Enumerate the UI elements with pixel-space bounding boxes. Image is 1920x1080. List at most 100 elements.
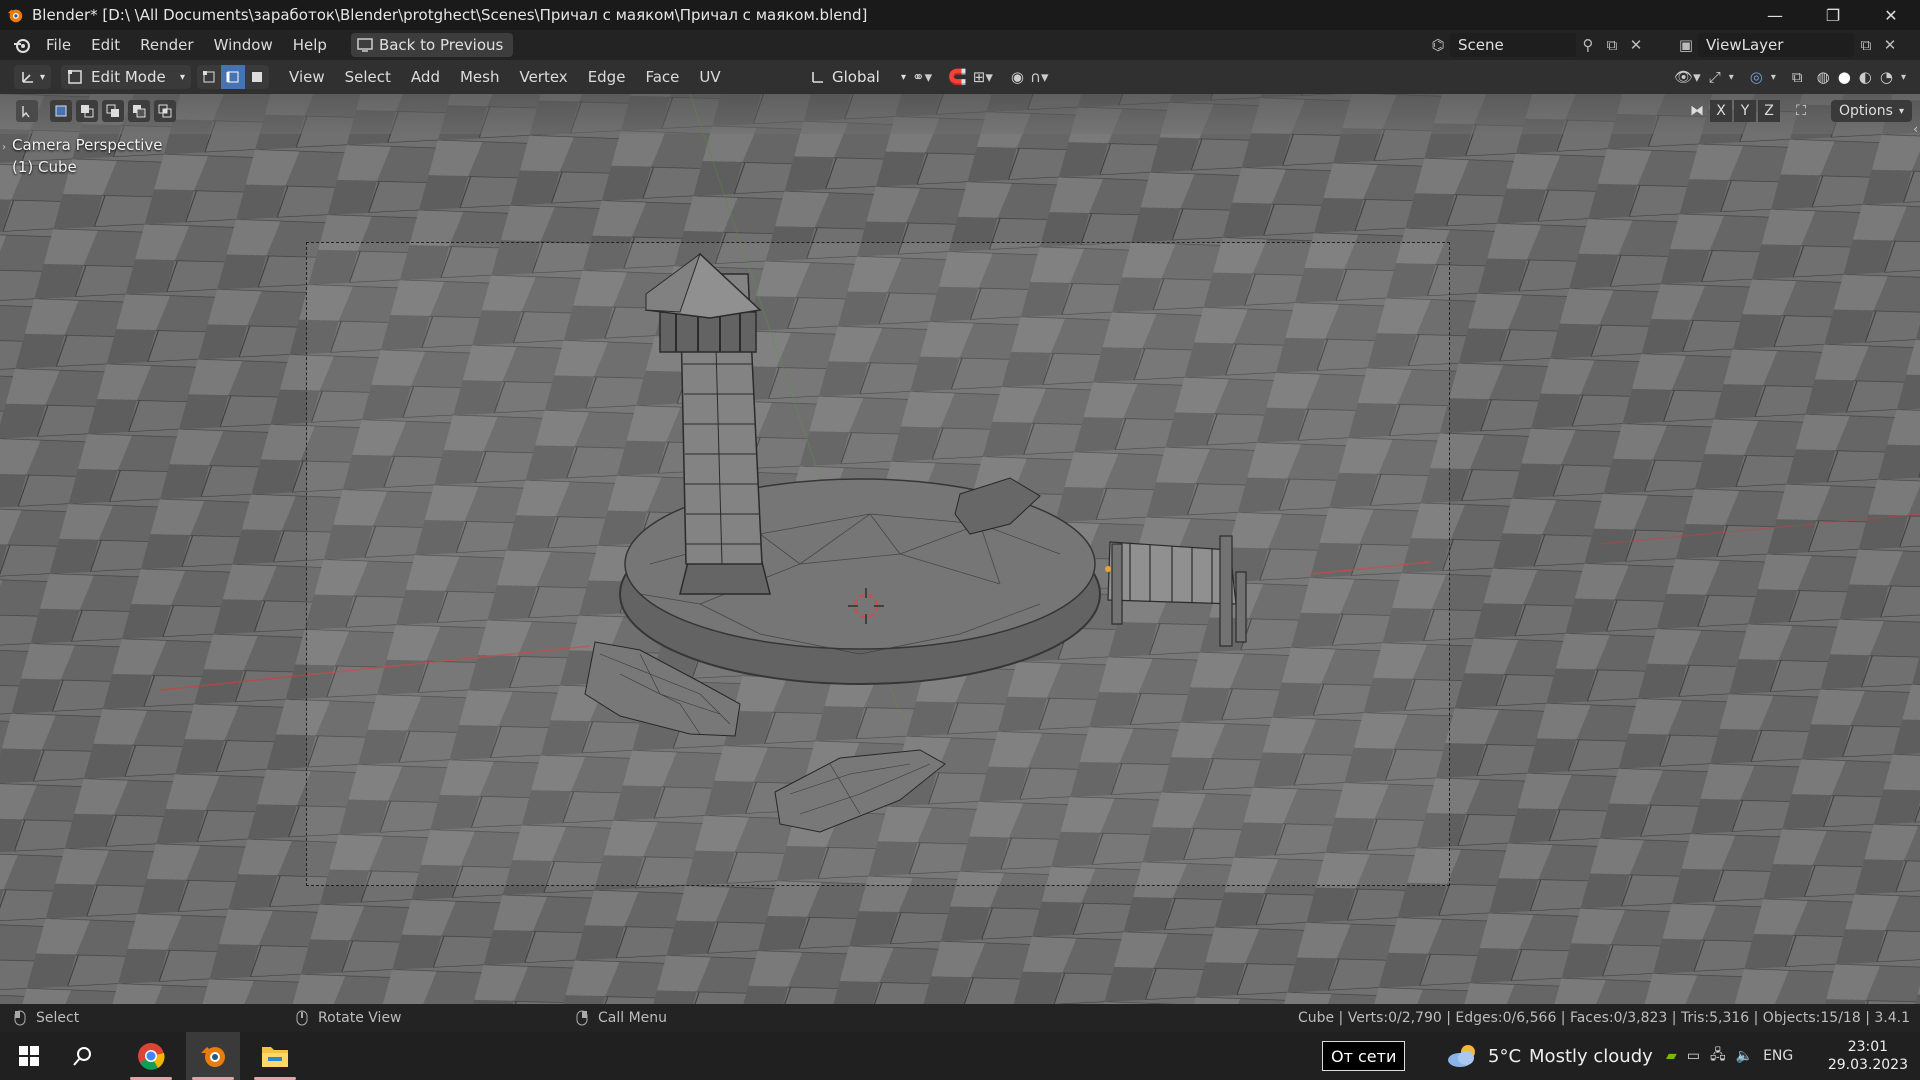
mesh-symmetry-icon[interactable]: ⧓ (1686, 100, 1708, 122)
select-intersect-icon[interactable] (154, 100, 176, 122)
select-box-tool-icon[interactable] (16, 100, 38, 122)
toolbar-expand-icon[interactable]: › (2, 142, 6, 153)
mouse-left-icon (14, 1010, 26, 1026)
select-extend-icon[interactable] (76, 100, 98, 122)
mirror-z-toggle[interactable]: Z (1758, 100, 1780, 122)
visibility-icon[interactable]: 👁▾ (1674, 68, 1701, 86)
delete-view-layer-icon[interactable]: ✕ (1878, 33, 1902, 57)
menu-mesh[interactable]: Mesh (450, 62, 510, 92)
volume-icon[interactable]: 🔈 (1736, 1048, 1753, 1064)
overlays-icon[interactable]: ◎ (1750, 68, 1763, 86)
mirror-x-toggle[interactable]: X (1710, 100, 1732, 122)
menu-uv[interactable]: UV (689, 62, 730, 92)
scene-browse-icon[interactable]: ⌬ (1426, 33, 1450, 57)
orientation-label: Global (832, 68, 880, 86)
status-hint-select: Select (14, 1004, 79, 1032)
mode-dropdown[interactable]: Edit Mode ▾ (61, 65, 192, 89)
xray-icon[interactable]: ⧉ (1792, 68, 1803, 86)
status-hint-menu-label: Call Menu (598, 1010, 668, 1026)
scene-name-field[interactable]: Scene (1450, 33, 1576, 57)
transform-orientation-dropdown[interactable]: Global ▾ (804, 65, 912, 89)
select-invert-icon[interactable] (128, 100, 150, 122)
edge-select-icon[interactable] (221, 65, 246, 89)
status-hint-select-label: Select (36, 1010, 80, 1026)
snap-target-icon[interactable]: ⊞▾ (973, 68, 993, 86)
select-new-icon[interactable] (50, 100, 72, 122)
blender-taskbar-icon[interactable] (186, 1032, 240, 1080)
chevron-down-icon: ▾ (40, 71, 46, 83)
face-select-icon[interactable] (245, 65, 270, 89)
menu-window[interactable]: Window (204, 30, 283, 60)
material-shading-icon[interactable]: ◐ (1859, 68, 1872, 86)
orientation-icon (812, 72, 823, 83)
view-layer-browse-icon[interactable]: ▣ (1674, 33, 1698, 57)
editor-type-dropdown[interactable]: ▾ (14, 65, 52, 89)
minimize-button[interactable]: — (1746, 0, 1804, 30)
status-hint-menu: Call Menu (576, 1004, 667, 1032)
status-hint-rotate-label: Rotate View (318, 1010, 402, 1026)
menu-help[interactable]: Help (283, 30, 337, 60)
file-explorer-taskbar-icon[interactable] (248, 1032, 302, 1080)
sidebar-expand-icon[interactable]: ‹ (1913, 122, 1918, 136)
3d-viewport[interactable]: ⧓ X Y Z ⛶ Options ▾ Camera Perspective (… (0, 94, 1920, 1004)
battery-icon[interactable]: ▭ (1687, 1048, 1700, 1064)
taskbar-clock[interactable]: 23:01 29.03.2023 (1828, 1032, 1908, 1080)
falloff-icon[interactable]: ∩▾ (1030, 68, 1049, 86)
view-layer-selector: ▣ ViewLayer ⧉ ✕ (1674, 33, 1902, 57)
solid-shading-icon[interactable]: ● (1838, 68, 1851, 86)
snap-icon[interactable]: 🧲 (948, 68, 967, 86)
back-to-previous-label: Back to Previous (378, 36, 504, 54)
mirror-y-toggle[interactable]: Y (1734, 100, 1756, 122)
status-bar: Select Rotate View Call Menu Cube | Vert… (0, 1004, 1920, 1032)
menu-file[interactable]: File (36, 30, 81, 60)
blender-logo-icon (7, 9, 23, 23)
select-subtract-icon[interactable] (102, 100, 124, 122)
camera-frame (306, 242, 1450, 886)
menu-view[interactable]: View (279, 62, 335, 92)
view-layer-field[interactable]: ViewLayer (1698, 33, 1854, 57)
wireframe-shading-icon[interactable]: ◍ (1817, 68, 1830, 86)
restore-button[interactable]: ❐ (1804, 0, 1862, 30)
delete-scene-icon[interactable]: ✕ (1624, 33, 1648, 57)
menu-face[interactable]: Face (635, 62, 689, 92)
shading-dropdown-icon[interactable]: ▾ (1901, 72, 1906, 83)
proportional-edit-icon[interactable]: ◉ (1011, 68, 1024, 86)
blender-menu-icon[interactable] (12, 35, 32, 55)
menu-vertex[interactable]: Vertex (509, 62, 577, 92)
search-icon[interactable] (56, 1032, 110, 1080)
new-scene-icon[interactable]: ⧉ (1600, 33, 1624, 57)
chrome-taskbar-icon[interactable] (124, 1032, 178, 1080)
auto-merge-icon[interactable]: ⛶ (1790, 100, 1812, 122)
title-bar: Blender* [D:\ \All Documents\заработок\B… (0, 0, 1920, 30)
windows-start-icon[interactable] (2, 1032, 56, 1080)
language-indicator[interactable]: ENG (1763, 1048, 1793, 1064)
rendered-shading-icon[interactable]: ◔ (1880, 68, 1893, 86)
menu-edge[interactable]: Edge (578, 62, 636, 92)
gizmo-dropdown-icon[interactable]: ▾ (1729, 72, 1734, 83)
pivot-point-icon[interactable]: ⚭▾ (912, 68, 932, 86)
weather-temperature: 5°C (1488, 1045, 1522, 1067)
menu-add[interactable]: Add (401, 62, 450, 92)
mouse-right-icon (576, 1010, 588, 1026)
network-status-box[interactable]: От сети (1322, 1041, 1406, 1071)
view-layer-name: ViewLayer (1706, 36, 1784, 54)
vertex-select-icon[interactable] (197, 65, 222, 89)
network-icon[interactable]: 🖧 (1710, 1044, 1726, 1068)
pin-icon[interactable]: ⚲ (1576, 33, 1600, 57)
chevron-down-icon: ▾ (1898, 105, 1904, 117)
options-dropdown[interactable]: Options ▾ (1830, 100, 1912, 122)
menu-render[interactable]: Render (130, 30, 203, 60)
options-label: Options (1838, 103, 1893, 119)
menu-edit[interactable]: Edit (81, 30, 130, 60)
chevron-down-icon: ▾ (900, 71, 906, 83)
back-to-previous-button[interactable]: Back to Previous (350, 33, 514, 57)
new-view-layer-icon[interactable]: ⧉ (1854, 33, 1878, 57)
gizmo-icon[interactable]: ⤢ (1709, 68, 1721, 86)
weather-description: Mostly cloudy (1529, 1045, 1653, 1067)
cloudy-weather-icon (1448, 1045, 1475, 1067)
overlays-dropdown-icon[interactable]: ▾ (1771, 72, 1776, 83)
close-button[interactable]: ✕ (1862, 0, 1920, 30)
weather-widget[interactable]: 5°C Mostly cloudy (1446, 1032, 1653, 1080)
nvidia-icon[interactable]: ▰ (1666, 1048, 1677, 1064)
menu-select[interactable]: Select (335, 62, 401, 92)
